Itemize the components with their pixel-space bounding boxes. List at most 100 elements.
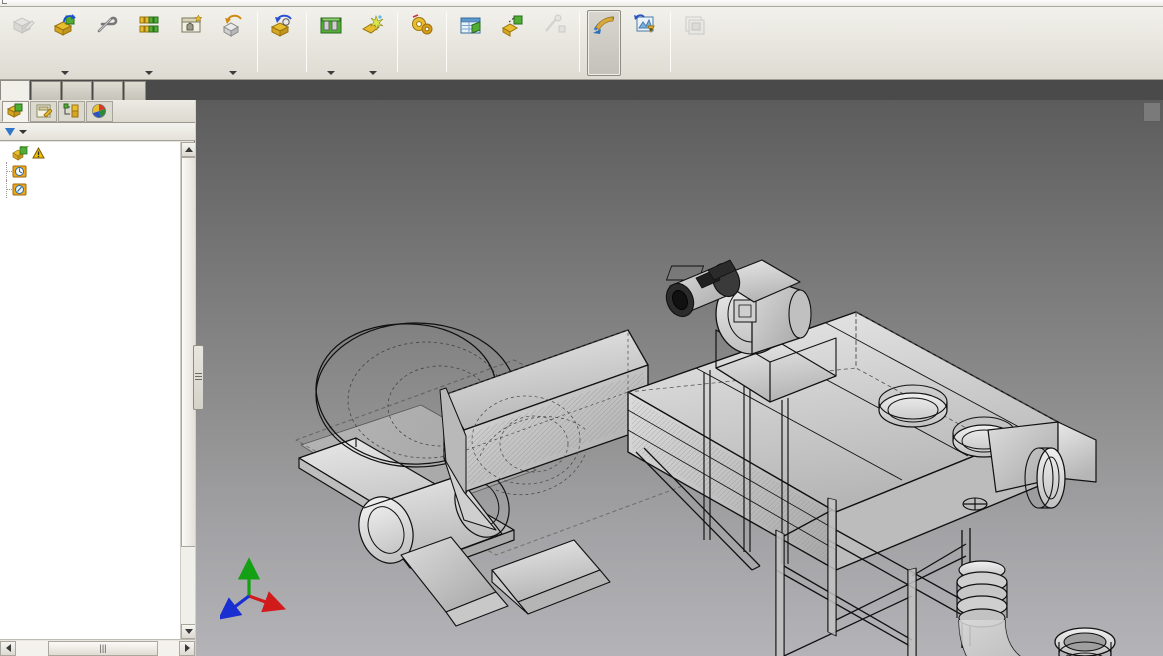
ribbon-button-exploded-view[interactable] — [492, 7, 534, 80]
exploded-view-icon — [500, 13, 526, 38]
ribbon-separator — [397, 12, 398, 72]
chevron-down-icon[interactable] — [369, 71, 377, 75]
filter-funnel-icon[interactable] — [5, 127, 15, 136]
triangle-up-icon — [184, 147, 193, 152]
ribbon-button-instant3d[interactable] — [583, 7, 625, 80]
triangle-down-icon — [184, 629, 193, 634]
ribbon-button-show-hidden-components[interactable] — [261, 7, 303, 80]
panel-splitter-handle[interactable] — [193, 345, 204, 410]
assembly-ribbon — [0, 7, 1163, 80]
ribbon-button-box — [174, 10, 208, 76]
ribbon-button-reference-geometry[interactable] — [352, 7, 394, 80]
ribbon-button-edit-component[interactable] — [2, 7, 44, 80]
display-manager-tab[interactable] — [86, 100, 113, 122]
bill-of-materials-icon — [458, 13, 484, 38]
property-manager-tab[interactable] — [30, 100, 57, 122]
feature-tree-node[interactable] — [0, 162, 180, 180]
warning-icon — [32, 146, 45, 159]
ribbon-button-mate[interactable] — [86, 7, 128, 80]
chevron-down-icon[interactable] — [145, 71, 153, 75]
window-corner-nub — [2, 0, 7, 4]
show-hidden-components-icon — [269, 13, 295, 38]
ribbon-button-new-motion-study[interactable] — [401, 7, 443, 80]
feature-tree-tab[interactable] — [2, 100, 29, 122]
assembly-features-icon — [318, 13, 344, 38]
ribbon-button-box — [678, 10, 712, 76]
ribbon-separator — [306, 12, 307, 72]
triangle-right-icon — [184, 644, 190, 652]
feature-tree[interactable] — [0, 142, 195, 639]
hscroll-track[interactable]: ||| — [16, 640, 179, 656]
ribbon-button-update-speedpak[interactable] — [625, 7, 667, 80]
feature-tree-node[interactable] — [0, 180, 180, 198]
ribbon-button-box — [314, 10, 348, 76]
scroll-up-button[interactable] — [181, 142, 195, 157]
chevron-down-icon[interactable] — [327, 71, 335, 75]
scroll-down-button[interactable] — [181, 624, 195, 639]
linear-component-pattern-icon — [136, 13, 162, 38]
assembly-icon — [12, 144, 31, 161]
ribbon-button-explode-line-sketch[interactable] — [534, 7, 576, 80]
update-speedpak-icon — [633, 13, 659, 38]
feature-tree-hscrollbar[interactable]: ||| — [0, 639, 195, 656]
collapse-right-panel-button[interactable] — [1143, 102, 1161, 122]
filter-dropdown-icon[interactable] — [19, 129, 27, 134]
instant3d-icon — [591, 13, 617, 38]
ribbon-button-assembly-features[interactable] — [310, 7, 352, 80]
feature-manager-tab-strip — [0, 100, 195, 123]
ribbon-button-box — [48, 10, 82, 76]
hscroll-left-button[interactable] — [0, 640, 16, 656]
feature-tree-root-node[interactable] — [0, 144, 180, 162]
command-tab-0[interactable] — [0, 80, 30, 100]
explode-line-sketch-icon — [542, 13, 568, 38]
graphics-viewport[interactable] — [196, 100, 1163, 656]
mate-icon — [94, 13, 120, 38]
feature-tree-filter-bar[interactable] — [0, 123, 195, 141]
move-component-icon — [220, 13, 246, 38]
ribbon-button-box — [454, 10, 488, 76]
ribbon-button-box — [6, 10, 40, 76]
ribbon-button-box — [356, 10, 390, 76]
ribbon-button-box — [132, 10, 166, 76]
coordinate-triad — [217, 556, 290, 626]
hscroll-thumb[interactable]: ||| — [48, 640, 158, 656]
feature-manager-panel: ||| — [0, 100, 195, 656]
ribbon-button-box — [216, 10, 250, 76]
new-motion-study-icon — [409, 13, 435, 38]
command-tab-1[interactable] — [31, 81, 61, 100]
ribbon-button-box — [90, 10, 124, 76]
ribbon-button-smart-fasteners[interactable] — [170, 7, 212, 80]
solidworks-window: ||| — [0, 0, 1163, 656]
tree-connector — [2, 162, 12, 180]
edit-component-icon — [10, 13, 36, 38]
command-tab-4[interactable] — [124, 81, 146, 100]
chevron-down-icon[interactable] — [61, 71, 69, 75]
configuration-manager-tab[interactable] — [58, 100, 85, 122]
ribbon-button-box — [538, 10, 572, 76]
ribbon-separator — [446, 12, 447, 72]
ribbon-button-take-snapshot[interactable] — [674, 7, 716, 80]
ribbon-separator — [670, 12, 671, 72]
ribbon-button-box — [629, 10, 663, 76]
hscroll-right-button[interactable] — [179, 640, 195, 656]
cad-model-fluid-bed-dryer[interactable] — [196, 100, 1163, 656]
ribbon-button-bill-of-materials[interactable] — [450, 7, 492, 80]
take-snapshot-icon — [682, 13, 708, 38]
ribbon-button-box — [405, 10, 439, 76]
heads-up-view-toolbar[interactable] — [196, 100, 1163, 125]
ribbon-separator — [257, 12, 258, 72]
smart-fasteners-icon — [178, 13, 204, 38]
command-tab-2[interactable] — [62, 81, 92, 100]
ribbon-separator — [579, 12, 580, 72]
sensors-icon — [11, 182, 28, 197]
ribbon-button-move-component[interactable] — [212, 7, 254, 80]
history-icon — [11, 164, 28, 179]
ribbon-button-box — [587, 10, 621, 76]
insert-component-icon — [52, 13, 78, 38]
ribbon-button-linear-component-pattern[interactable] — [128, 7, 170, 80]
command-tab-3[interactable] — [93, 81, 123, 100]
chevron-down-icon[interactable] — [229, 71, 237, 75]
ribbon-button-insert-component[interactable] — [44, 7, 86, 80]
reference-geometry-icon — [360, 13, 386, 38]
window-title-strip — [0, 0, 1163, 7]
